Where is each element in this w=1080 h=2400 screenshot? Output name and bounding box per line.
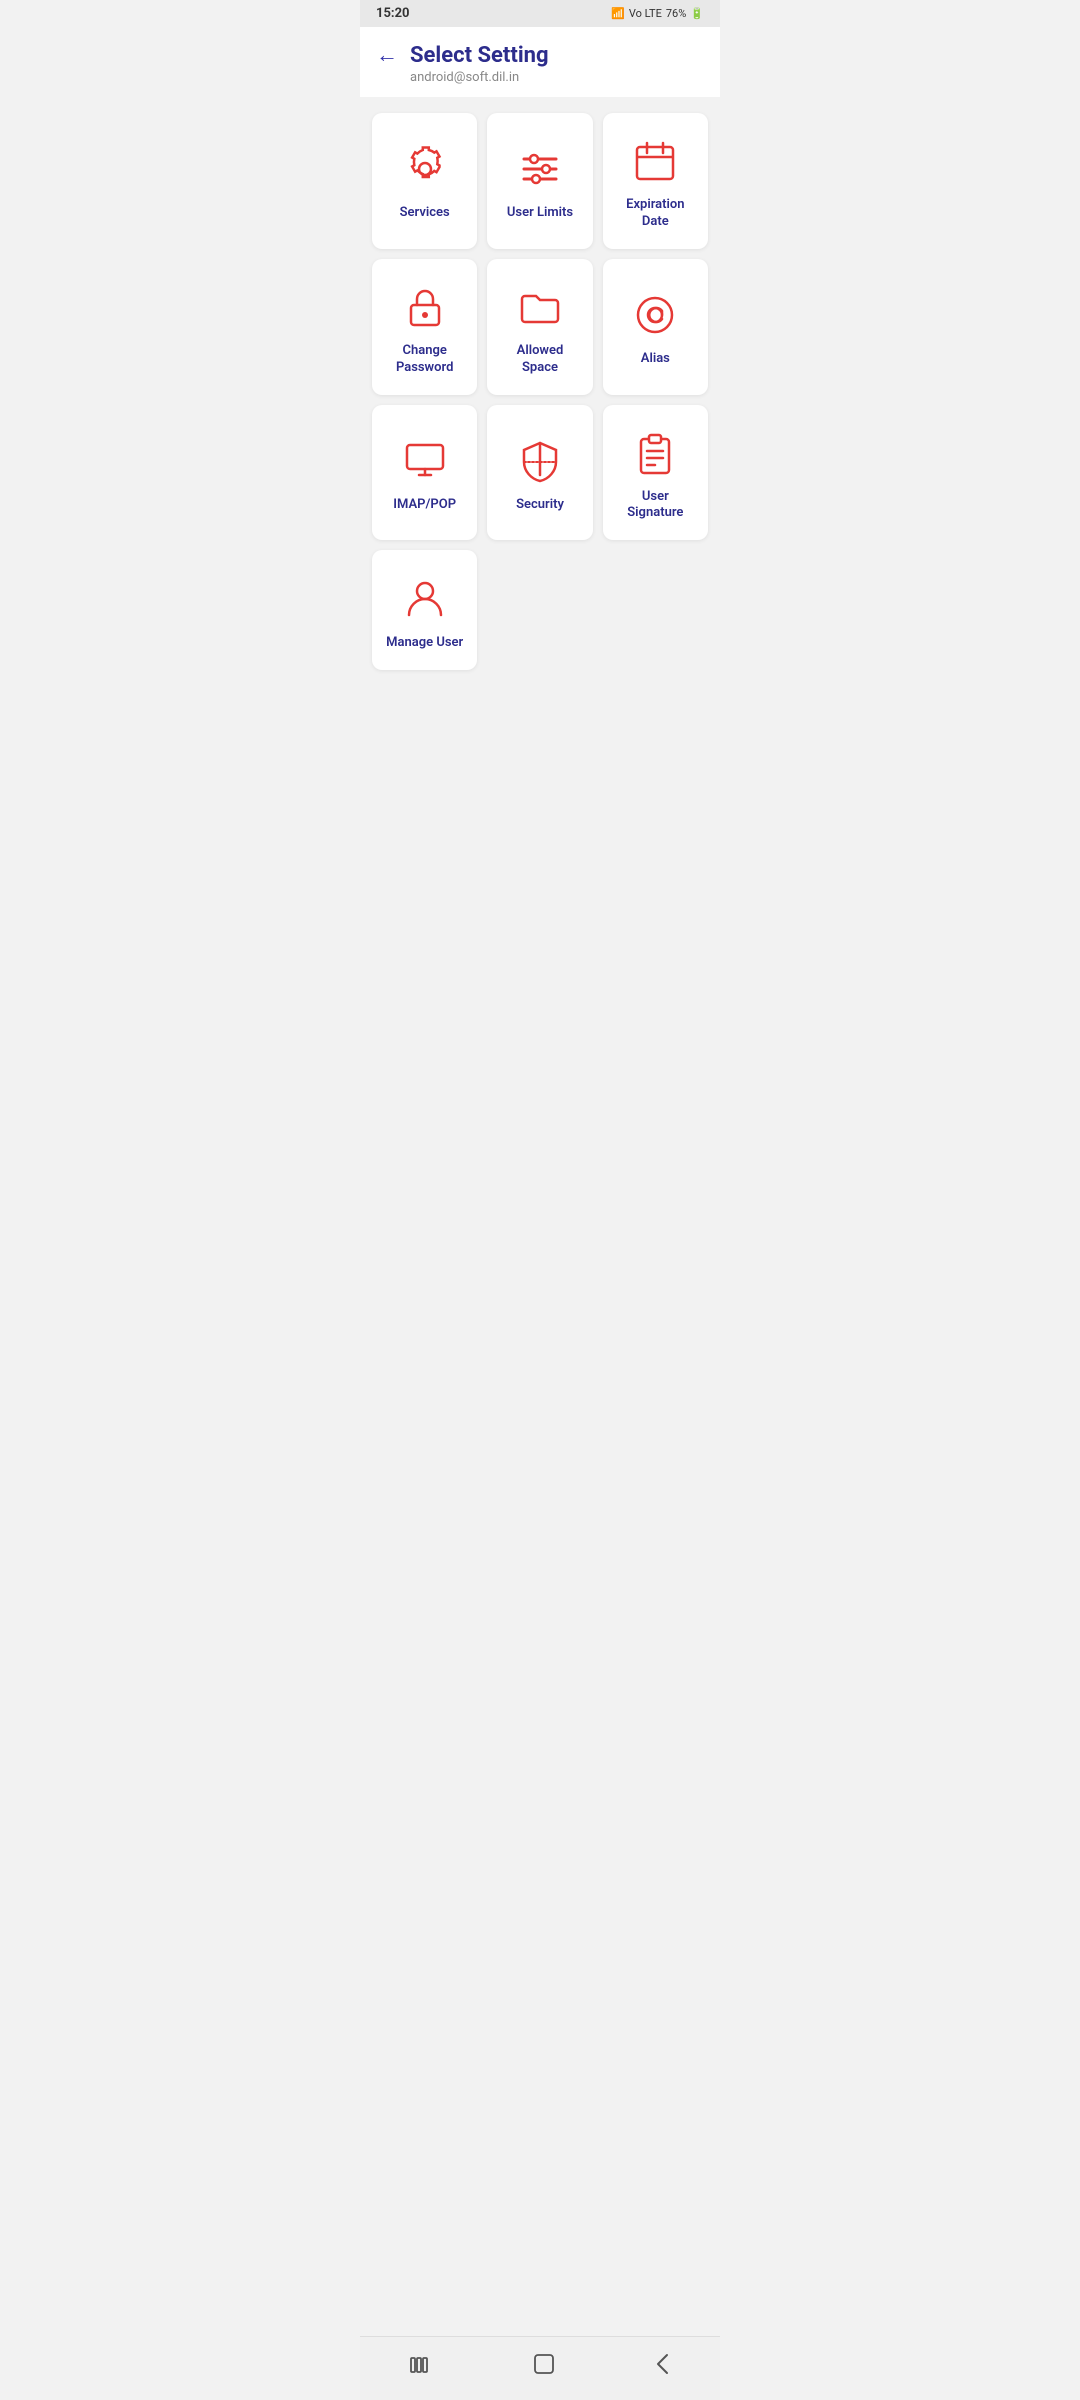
card-label-expiration-date: Expiration Date bbox=[615, 197, 696, 231]
status-bar: 15:20 📶 Vo LTE 76% 🔋 bbox=[360, 0, 720, 27]
card-label-change-password: Change Password bbox=[384, 343, 465, 377]
setting-card-imap-pop[interactable]: IMAP/POP bbox=[372, 405, 477, 541]
back-button[interactable]: ← bbox=[376, 45, 398, 67]
setting-card-services[interactable]: Services bbox=[372, 113, 477, 249]
folder-icon bbox=[516, 283, 564, 331]
card-label-security: Security bbox=[516, 497, 564, 514]
nav-back-button[interactable] bbox=[636, 2349, 690, 2384]
status-icons: 📶 Vo LTE 76% 🔋 bbox=[611, 7, 704, 20]
setting-card-expiration-date[interactable]: Expiration Date bbox=[603, 113, 708, 249]
page-title: Select Setting bbox=[410, 43, 549, 68]
nav-home-button[interactable] bbox=[513, 2349, 575, 2384]
monitor-icon bbox=[401, 437, 449, 485]
card-label-services: Services bbox=[400, 205, 450, 222]
setting-card-alias[interactable]: Alias bbox=[603, 259, 708, 395]
settings-grid: Services User Limits Expiration Date Cha… bbox=[372, 113, 708, 670]
setting-card-security[interactable]: Security bbox=[487, 405, 592, 541]
shield-icon bbox=[516, 437, 564, 485]
battery-icon: 🔋 bbox=[690, 7, 704, 20]
gear-icon bbox=[401, 145, 449, 193]
calendar-icon bbox=[631, 137, 679, 185]
header: ← Select Setting android@soft.dil.in bbox=[360, 27, 720, 97]
card-label-imap-pop: IMAP/POP bbox=[393, 497, 456, 514]
setting-card-user-signature[interactable]: User Signature bbox=[603, 405, 708, 541]
status-time: 15:20 bbox=[376, 6, 410, 21]
card-label-user-limits: User Limits bbox=[507, 205, 573, 222]
setting-card-allowed-space[interactable]: Allowed Space bbox=[487, 259, 592, 395]
setting-card-change-password[interactable]: Change Password bbox=[372, 259, 477, 395]
signal-text: Vo LTE bbox=[629, 7, 662, 20]
card-label-allowed-space: Allowed Space bbox=[499, 343, 580, 377]
card-label-alias: Alias bbox=[641, 351, 670, 368]
card-label-user-signature: User Signature bbox=[615, 489, 696, 523]
at-icon bbox=[631, 291, 679, 339]
setting-card-manage-user[interactable]: Manage User bbox=[372, 550, 477, 670]
user-email: android@soft.dil.in bbox=[410, 70, 549, 85]
header-text: Select Setting android@soft.dil.in bbox=[410, 43, 549, 85]
clipboard-icon bbox=[631, 429, 679, 477]
bottom-navigation bbox=[360, 2336, 720, 2400]
wifi-icon: 📶 bbox=[611, 7, 625, 20]
card-label-manage-user: Manage User bbox=[386, 635, 463, 652]
battery-text: 76% bbox=[666, 7, 686, 20]
settings-content: Services User Limits Expiration Date Cha… bbox=[360, 97, 720, 686]
nav-menu-button[interactable] bbox=[390, 2351, 452, 2383]
person-icon bbox=[401, 575, 449, 623]
lock-icon bbox=[401, 283, 449, 331]
sliders-icon bbox=[516, 145, 564, 193]
setting-card-user-limits[interactable]: User Limits bbox=[487, 113, 592, 249]
